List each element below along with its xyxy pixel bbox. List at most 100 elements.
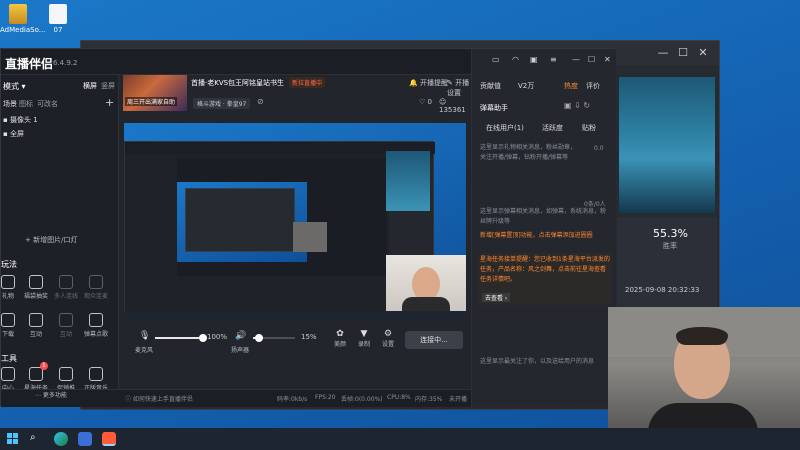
connect-button[interactable]: 连接中...: [405, 331, 463, 349]
fans-tab[interactable]: V2万: [518, 81, 534, 91]
download-icon: [1, 313, 15, 327]
stream-preview[interactable]: [124, 123, 466, 319]
help-hint[interactable]: ⓘ 如何快速上手直播伴侣: [125, 394, 193, 403]
tab-landscape[interactable]: 横屏: [83, 81, 97, 91]
more-features[interactable]: ⋯ 更多功能: [35, 390, 67, 399]
go-live-reminder[interactable]: 🔔 开播提醒: [409, 78, 448, 88]
record-button[interactable]: ▼ 录制: [355, 329, 373, 348]
mic-icon: [89, 275, 103, 289]
dropped-frames-stat: 丢帧:0(0.00%): [341, 396, 383, 403]
settings-button[interactable]: ⚙ 设置: [379, 329, 397, 348]
center-icon: [1, 367, 15, 381]
thumbnail-caption: 周三开出满家自助: [125, 97, 178, 106]
app-version: 6.4.9.2: [53, 59, 78, 67]
tab-portrait[interactable]: 竖屏: [101, 81, 115, 91]
desktop-icon-label: 07: [53, 26, 63, 34]
add-scene-icon[interactable]: +: [105, 96, 114, 109]
music-icon: [89, 313, 103, 327]
desktop-icon-label: AdMediaSo...: [0, 26, 46, 34]
fps-stat: FPS:20: [315, 394, 336, 401]
close-icon[interactable]: ✕: [604, 55, 611, 64]
interact-icon: [59, 313, 73, 327]
file-icon: [9, 4, 27, 24]
mic-volume-slider[interactable]: [155, 334, 207, 342]
tool-interact[interactable]: 互动: [23, 313, 49, 338]
app-title: 直播伴侣: [5, 57, 54, 71]
beauty-icon: ✿: [336, 329, 344, 339]
activity-tab[interactable]: 活跃度: [542, 123, 563, 133]
speaker-label: 扬声器: [231, 347, 250, 354]
add-source-button[interactable]: + 新增图片/口灯: [25, 235, 77, 245]
right-panel: ▭ ◠ ▣ ≡ — ☐ ✕ 贡献值 V2万 热度 评价 弹幕助手 ▣ ⇩ ↻ 在…: [471, 49, 616, 407]
maximize-icon[interactable]: ☐: [677, 47, 689, 59]
tool-lucky-bag[interactable]: 福袋抽奖: [23, 275, 49, 300]
mic-volume-knob[interactable]: [199, 334, 207, 342]
mic-label: 麦克风: [135, 347, 154, 354]
maximize-icon[interactable]: ☐: [588, 55, 595, 64]
windows-start-icon[interactable]: [6, 432, 20, 446]
rename-tab[interactable]: 可改名: [37, 99, 58, 109]
source-item-fullscreen[interactable]: ▪ 全屏: [3, 129, 24, 139]
category-edit-icon[interactable]: ⊘: [257, 97, 264, 106]
taskbar: ⌕: [0, 428, 800, 450]
headset-icon[interactable]: ◠: [512, 55, 519, 64]
source-item-camera[interactable]: ▪ 摄像头 1: [3, 115, 38, 125]
danmu-toolbar-icons[interactable]: ▣ ⇩ ↻: [564, 101, 590, 110]
record-icon: ▼: [360, 329, 368, 339]
speaker-icon[interactable]: 🔊: [235, 331, 246, 341]
person-hair: [676, 327, 728, 345]
win-rate-value: 55.3%: [653, 227, 688, 240]
menu-icon[interactable]: ≡: [550, 55, 557, 64]
tools-section-title: 工具: [1, 354, 17, 363]
mic-volume-fill: [155, 337, 203, 339]
settings-icon: ⚙: [383, 329, 393, 339]
app-icon[interactable]: [78, 432, 92, 446]
live-companion-taskbar-icon[interactable]: [102, 432, 116, 446]
promo-icon: [59, 367, 73, 381]
view-task-link[interactable]: 去查看 ›: [482, 293, 511, 302]
center-area: 周三开出满家自助 首播·老KVS包王阿铭皇站书生 新拉直播中 格斗游戏 · 拳皇…: [119, 75, 471, 407]
interact-icon: [29, 313, 43, 327]
live-settings[interactable]: ✎ 开播设置: [447, 78, 471, 98]
bottom-status-bar: ⋯ 更多功能 ⓘ 如何快速上手直播伴侣 码率:0kb/s FPS:20 丢帧:0…: [1, 389, 471, 407]
beauty-button[interactable]: ✿ 美颜: [331, 329, 349, 348]
message-icon[interactable]: ▭: [492, 55, 500, 64]
search-icon[interactable]: ⌕: [30, 432, 44, 446]
icon-tab[interactable]: 图标: [19, 99, 33, 109]
desktop-icon-07[interactable]: 07: [40, 4, 76, 34]
microphone-icon[interactable]: 🎙: [139, 331, 150, 341]
scene-tab[interactable]: 场景: [3, 99, 17, 109]
minimize-icon[interactable]: —: [657, 47, 669, 59]
stream-thumbnail[interactable]: 周三开出满家自助: [123, 75, 187, 111]
stream-title: 首播·老KVS包王阿铭皇站书生: [191, 79, 285, 87]
desktop-icon-admedia[interactable]: AdMediaSo...: [0, 4, 45, 34]
contribution-tab[interactable]: 贡献值: [480, 81, 501, 91]
source-label: 全屏: [9, 130, 24, 138]
download-icon: [89, 367, 103, 381]
speaker-volume-knob[interactable]: [255, 334, 264, 342]
task-notice-text: 星海任务接单提醒：您已收到1条星海平台派发的任务，产品名称：风之剑舞，点击前往星…: [480, 256, 610, 283]
heat-tab[interactable]: 热度: [564, 81, 578, 91]
tool-audience-mic[interactable]: 观众连麦: [83, 275, 109, 300]
left-panel: 模式 ▾ 横屏 竖屏 场景 图标 可改名 + ▪ 摄像头 1 ▪ 全屏 + 新增…: [1, 75, 119, 407]
win-rate-label: 胜率: [663, 242, 677, 250]
tool-gift[interactable]: 礼物: [0, 275, 21, 300]
tool-download[interactable]: 下载: [0, 313, 21, 338]
danmu-assistant-title: 弹幕助手: [480, 104, 508, 112]
tool-interact-2[interactable]: 互动: [53, 313, 79, 338]
live-status-badge: 新拉直播中: [289, 77, 326, 88]
tool-multi-link[interactable]: 多人连线: [53, 275, 79, 300]
live-companion-window[interactable]: 直播伴侣 6.4.9.2 模式 ▾ 横屏 竖屏 场景 图标 可改名 + ▪ 摄像…: [0, 48, 616, 407]
stream-category[interactable]: 格斗游戏 · 拳皇97: [193, 98, 251, 109]
minimize-icon[interactable]: —: [572, 55, 580, 64]
danmu-message-placeholder: 这里显示弹幕相关消息，如弹幕，系统消息，粉丝牌升级等: [480, 208, 607, 225]
edge-icon[interactable]: [54, 432, 68, 446]
close-icon[interactable]: ✕: [697, 47, 709, 59]
rating-tab[interactable]: 评价: [586, 81, 600, 91]
online-users-tab[interactable]: 在线用户(1): [486, 123, 524, 133]
mode-selector[interactable]: 模式 ▾: [3, 81, 26, 92]
speaker-volume-slider[interactable]: [253, 334, 295, 342]
gift-icon[interactable]: ▣: [530, 55, 538, 64]
tool-song-request[interactable]: 弹幕点歌: [83, 313, 109, 338]
sticky-fans-tab[interactable]: 贴粉: [582, 123, 596, 133]
